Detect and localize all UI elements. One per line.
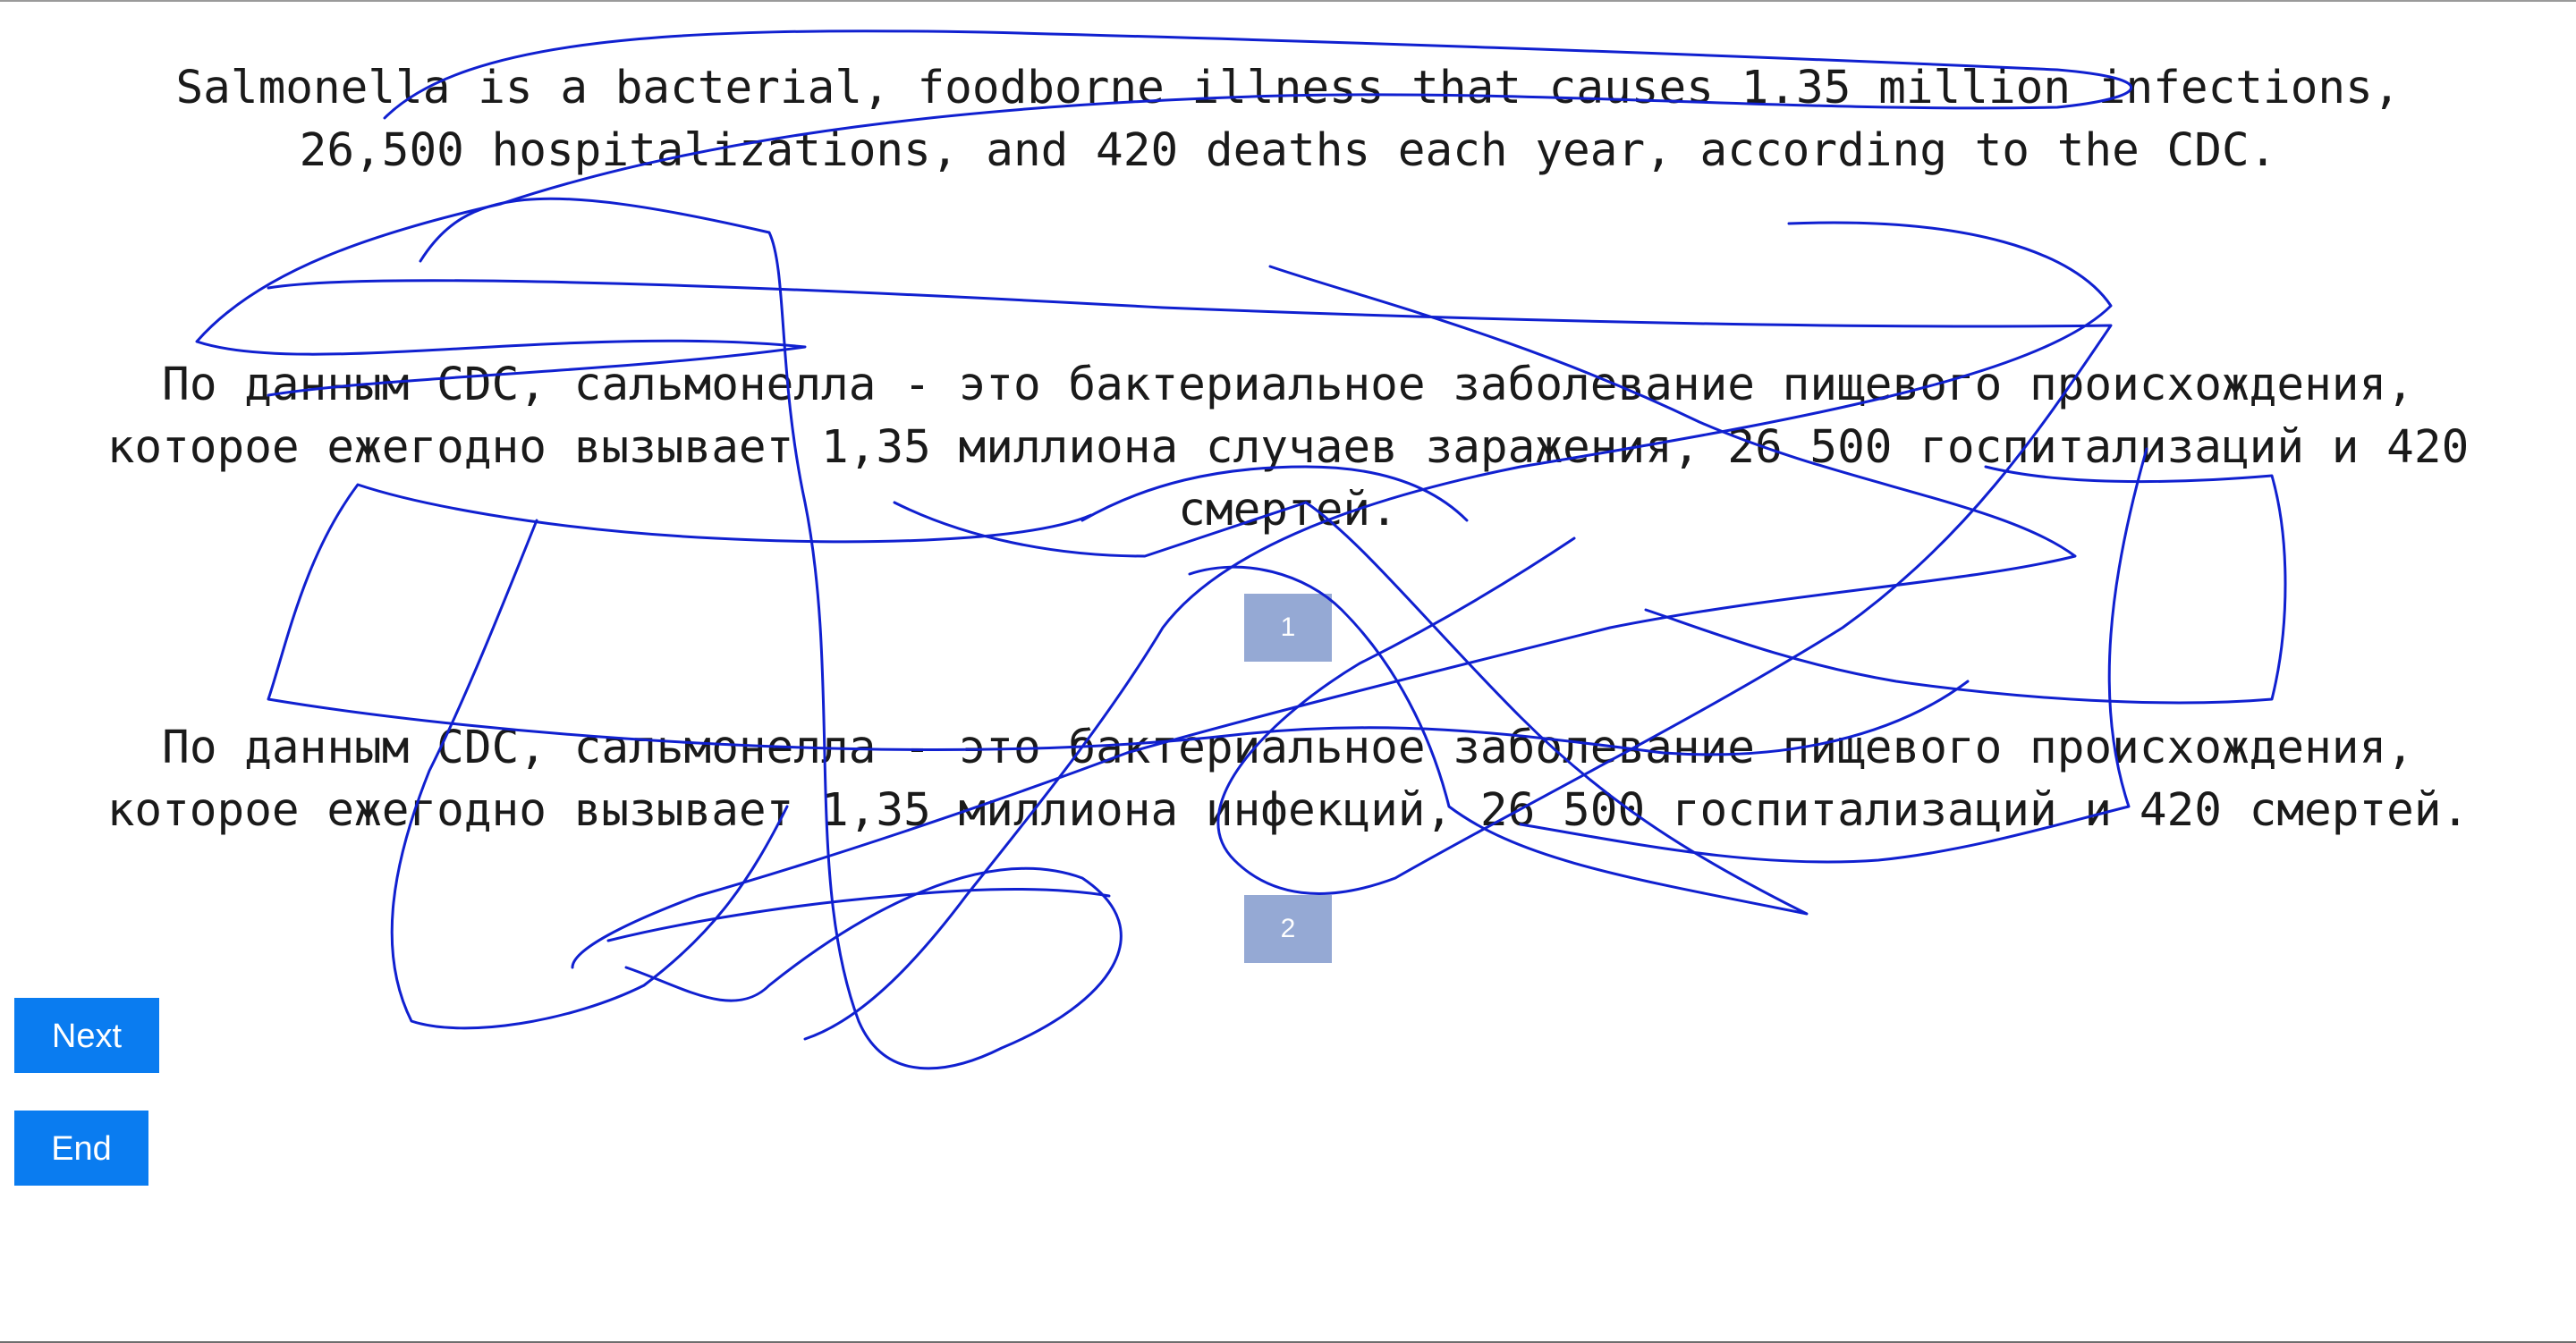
annotation-frame: Salmonella is a bacterial, foodborne ill… xyxy=(0,0,2576,1343)
scribble-stroke xyxy=(419,197,1123,1070)
next-button[interactable]: Next xyxy=(14,998,159,1073)
scribble-stroke xyxy=(606,888,1111,942)
scribble-stroke xyxy=(803,221,2113,1041)
source-sentence: Salmonella is a bacterial, foodborne ill… xyxy=(175,62,2401,177)
freehand-scribble-overlay xyxy=(195,30,2287,1070)
choose-translation-1-button[interactable]: 1 xyxy=(1244,594,1332,662)
choose-translation-2-button[interactable]: 2 xyxy=(1244,895,1332,963)
translation-option-2: По данным CDC, сальмонелла - это бактери… xyxy=(106,722,2470,837)
scribble-stroke xyxy=(1188,501,1809,916)
end-button[interactable]: End xyxy=(14,1111,148,1186)
translation-option-1: По данным CDC, сальмонелла - это бактери… xyxy=(106,359,2470,536)
